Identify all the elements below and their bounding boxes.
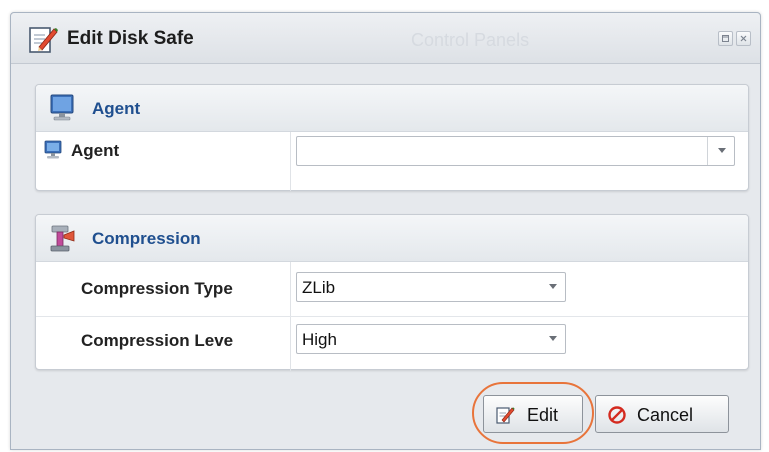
chevron-down-icon [549, 284, 557, 289]
close-button[interactable] [736, 31, 751, 46]
compression-type-label: Compression Type [81, 279, 233, 298]
edit-note-icon [29, 27, 58, 53]
background-window-title: Control Panels [411, 30, 530, 50]
agent-label: Agent [71, 141, 120, 160]
compression-panel-header: Compression [36, 215, 748, 262]
agent-select[interactable] [296, 136, 735, 166]
compression-type-row-divider [290, 262, 291, 316]
compression-type-row: Compression Type ZLib [36, 262, 748, 317]
cancel-icon [608, 406, 626, 424]
maximize-icon [722, 35, 729, 42]
edit-disk-safe-dialog: Edit Disk Safe Control Panels Agent Agen… [10, 12, 761, 450]
compression-type-select[interactable]: ZLib [296, 272, 566, 302]
compression-panel: Compression Compression Type ZLib Compre… [35, 214, 749, 371]
agent-row-divider [290, 132, 291, 191]
agent-panel: Agent Agent [35, 84, 749, 191]
agent-row: Agent [36, 132, 748, 191]
computer-monitor-icon [50, 94, 74, 121]
computer-small-icon [44, 140, 62, 159]
agent-panel-header: Agent [36, 85, 748, 132]
compression-level-label: Compression Leve [81, 331, 234, 350]
dialog-title: Edit Disk Safe [67, 28, 194, 49]
compression-level-value: High [302, 330, 337, 349]
compression-type-value: ZLib [302, 278, 336, 297]
compression-section-title: Compression [92, 229, 201, 248]
cancel-button[interactable]: Cancel [595, 395, 729, 433]
compression-level-row-divider [290, 317, 291, 371]
close-icon [740, 35, 747, 42]
dialog-title-bar[interactable]: Edit Disk Safe Control Panels [11, 13, 760, 64]
maximize-button[interactable] [718, 31, 733, 46]
compression-vise-icon [50, 225, 75, 252]
compression-level-select[interactable]: High [296, 324, 566, 354]
edit-button-label: Edit [527, 405, 559, 425]
chevron-down-icon [718, 148, 726, 153]
cancel-button-label: Cancel [637, 405, 694, 425]
agent-section-title: Agent [92, 99, 141, 118]
chevron-down-icon [549, 336, 557, 341]
edit-note-icon [496, 407, 515, 424]
compression-level-row: Compression Leve High [36, 317, 748, 371]
edit-button[interactable]: Edit [483, 395, 583, 433]
